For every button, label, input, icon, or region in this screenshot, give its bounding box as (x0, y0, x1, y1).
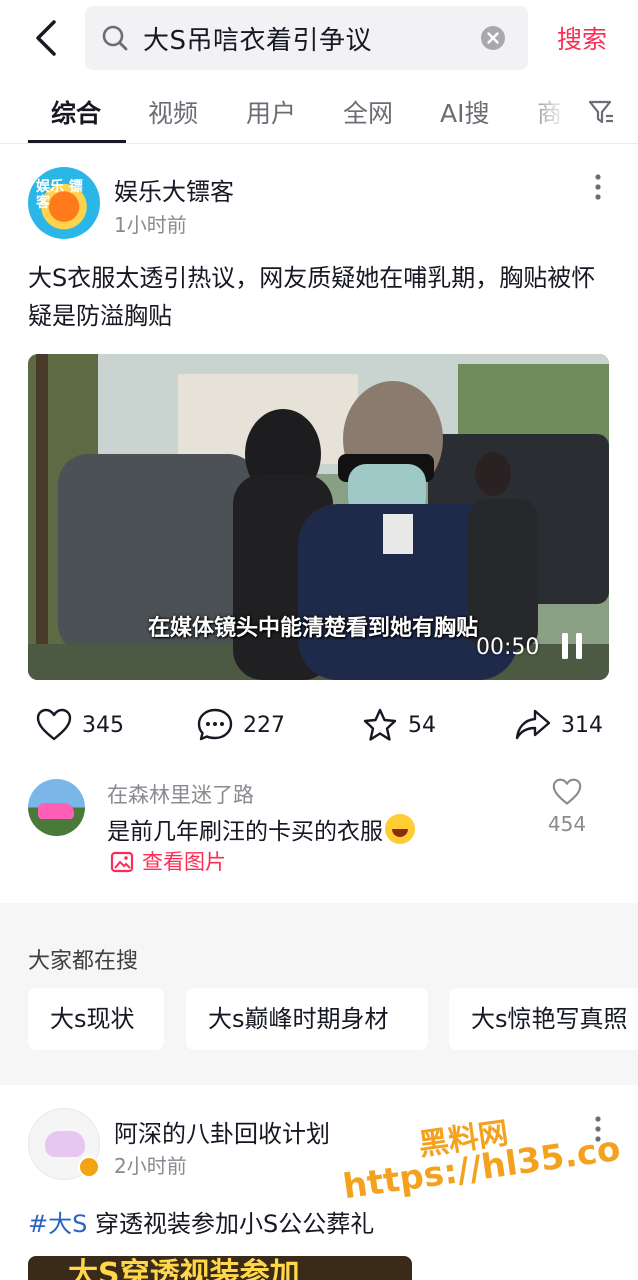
tab-comprehensive[interactable]: 综合 (51, 94, 101, 130)
like-count: 345 (82, 713, 124, 738)
favorite-button[interactable]: 54 (362, 706, 452, 746)
tab-web[interactable]: 全网 (343, 94, 393, 130)
search-button[interactable]: 搜索 (557, 20, 607, 56)
tab-ai-search[interactable]: AI搜 (440, 94, 489, 130)
comment-button[interactable]: 227 (197, 706, 297, 746)
share-icon (515, 709, 551, 740)
video-thumbnail[interactable]: 大S穿透视装参加 (28, 1256, 412, 1280)
view-image-link[interactable]: 查看图片 (110, 846, 226, 876)
video-duration: 00:50 (476, 635, 540, 660)
heart-icon (552, 778, 582, 805)
video-player[interactable]: 在媒体镜头中能清楚看到她有胸贴 00:50 (28, 354, 609, 680)
video-caption: 在媒体镜头中能清楚看到她有胸贴 (148, 616, 479, 641)
share-count: 314 (561, 713, 603, 738)
post-description[interactable]: 大S衣服太透引热议，网友质疑她在哺乳期，胸贴被怀疑是防溢胸贴 (28, 259, 613, 335)
verified-badge-icon (78, 1156, 100, 1178)
active-tab-indicator (28, 140, 126, 143)
author-name[interactable]: 阿深的八卦回收计划 (114, 1114, 330, 1149)
commenter-name[interactable]: 在森林里迷了路 (107, 779, 254, 809)
view-image-label: 查看图片 (142, 850, 226, 874)
favorite-count: 54 (408, 713, 436, 738)
search-icon (102, 25, 128, 51)
pause-icon[interactable] (559, 631, 585, 661)
tab-fade-overlay (520, 82, 580, 142)
post-description-text: 穿透视装参加小S公公葬礼 (87, 1210, 375, 1238)
heart-icon (36, 708, 72, 741)
top-search-bar: 大S吊唁衣着引争议 搜索 (0, 0, 638, 80)
hot-search-chip[interactable]: 大s现状 (28, 988, 164, 1050)
hot-search-chip[interactable]: 大s巅峰时期身材 (186, 988, 428, 1050)
comment-count: 227 (243, 713, 285, 738)
tab-video[interactable]: 视频 (148, 94, 198, 130)
laughing-emoji-icon (385, 814, 415, 844)
result-tabs: 综合 视频 用户 全网 AI搜 商 (0, 82, 638, 144)
search-query[interactable]: 大S吊唁衣着引争议 (143, 20, 372, 57)
clear-icon[interactable] (480, 25, 506, 51)
star-icon (363, 708, 397, 741)
author-avatar[interactable]: 娱乐 镖 客 (28, 167, 100, 239)
tab-users[interactable]: 用户 (246, 94, 296, 130)
image-icon (110, 851, 134, 873)
like-button[interactable]: 345 (36, 706, 136, 746)
hot-search-title: 大家都在搜 (28, 949, 139, 974)
author-name[interactable]: 娱乐大镖客 (114, 172, 234, 207)
search-input[interactable]: 大S吊唁衣着引争议 (85, 6, 528, 70)
comment-like-button[interactable]: 454 (545, 778, 589, 836)
back-arrow-icon[interactable] (28, 18, 64, 58)
post-time: 2小时前 (114, 1154, 187, 1178)
more-options-icon[interactable] (588, 172, 608, 202)
hot-search-chip[interactable]: 大s惊艳写真照 (449, 988, 638, 1050)
share-button[interactable]: 314 (515, 706, 610, 746)
comment-icon (197, 708, 233, 741)
filter-icon[interactable] (588, 98, 614, 126)
comment-text-content: 是前几年刷汪的卡买的衣服 (107, 819, 383, 845)
hashtag-link[interactable]: #大S (28, 1210, 87, 1238)
avatar-logo-text: 娱乐 镖 客 (36, 179, 83, 211)
post-time: 1小时前 (114, 213, 187, 237)
comment-text[interactable]: 是前几年刷汪的卡买的衣服 (107, 812, 415, 846)
post-description[interactable]: #大S 穿透视装参加小S公公葬礼 (28, 1204, 374, 1239)
comment-like-count: 454 (547, 812, 587, 836)
commenter-avatar[interactable] (28, 779, 85, 836)
thumbnail-title: 大S穿透视装参加 (68, 1257, 300, 1280)
